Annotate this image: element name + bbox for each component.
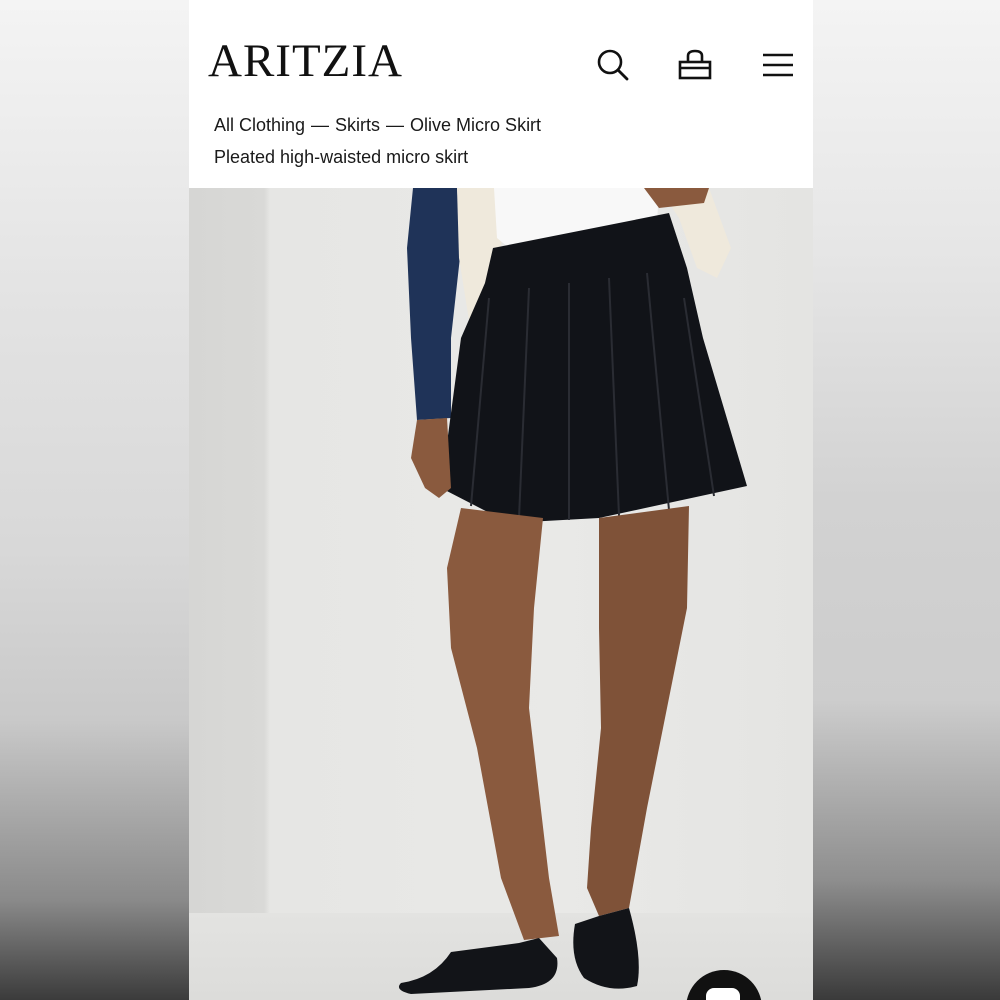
brand-logo[interactable]: ARITZIA — [208, 38, 403, 85]
model-illustration — [398, 188, 747, 994]
left-shoe — [398, 938, 558, 994]
product-page: ARITZIA All Clothing — Skirts — Olive Micro … — [189, 0, 813, 1000]
hamburger-menu-icon — [763, 53, 793, 77]
search-button[interactable] — [593, 45, 633, 85]
shopping-bag-icon — [678, 49, 712, 80]
right-shoe — [573, 908, 639, 989]
breadcrumb-item-all-clothing[interactable]: All Clothing — [214, 115, 305, 135]
breadcrumb: All Clothing — Skirts — Olive Micro Skirt — [214, 115, 541, 136]
site-header: ARITZIA All Clothing — Skirts — Olive Micro … — [189, 0, 813, 188]
right-blurred-backdrop — [813, 0, 1000, 1000]
right-leg — [587, 506, 689, 916]
left-hand — [411, 418, 451, 498]
breadcrumb-item-skirts[interactable]: Skirts — [335, 115, 380, 135]
chat-bubble-icon — [706, 988, 740, 1000]
breadcrumb-item-current: Olive Micro Skirt — [410, 115, 542, 135]
hamburger-menu-button[interactable] — [758, 45, 798, 85]
product-image[interactable] — [189, 188, 813, 1000]
breadcrumb-separator: — — [386, 115, 405, 135]
breadcrumb-separator: — — [311, 115, 330, 135]
left-leg — [447, 508, 559, 940]
search-icon — [597, 49, 629, 81]
product-subtitle: Pleated high-waisted micro skirt — [214, 147, 469, 167]
left-blurred-backdrop — [0, 0, 189, 1000]
shopping-bag-button[interactable] — [675, 45, 715, 85]
navy-sleeve — [407, 188, 461, 420]
